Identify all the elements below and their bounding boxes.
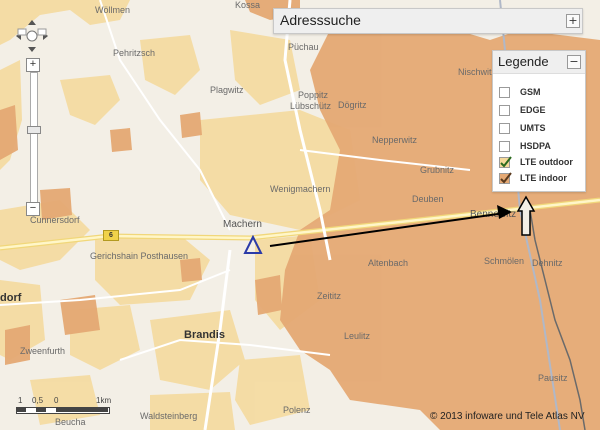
zoom-control[interactable]: + − <box>26 58 41 216</box>
umts-checkbox[interactable] <box>499 122 510 134</box>
up-arrow-icon <box>516 195 536 236</box>
zoom-slider-handle[interactable] <box>27 126 41 134</box>
edge-checkbox[interactable] <box>499 104 510 116</box>
address-search-title: Adresssuche <box>280 12 361 28</box>
legend-panel: Legende − GSM EDGE UMTS HSDPA LTE outdoo… <box>492 50 586 192</box>
lte-indoor-checkbox[interactable] <box>499 171 512 184</box>
legend-item-lte-indoor[interactable]: LTE indoor <box>499 171 567 185</box>
pan-center-icon[interactable] <box>26 30 38 42</box>
legend-label: EDGE <box>520 105 546 115</box>
scale-tick-label: 1km <box>96 396 112 405</box>
legend-item-hsdpa[interactable]: HSDPA <box>499 139 551 153</box>
triangle-marker-icon <box>243 234 263 254</box>
check-icon <box>500 155 512 168</box>
legend-title: Legende <box>498 54 549 69</box>
legend-item-lte-outdoor[interactable]: LTE outdoor <box>499 155 573 169</box>
zoom-out-button[interactable]: − <box>26 202 40 216</box>
zoom-slider-track[interactable] <box>30 72 38 204</box>
zoom-in-button[interactable]: + <box>26 58 40 72</box>
legend-label: LTE outdoor <box>520 157 573 167</box>
gsm-checkbox[interactable] <box>499 86 510 98</box>
scale-tick-label: 0 <box>54 396 59 405</box>
address-search-panel[interactable]: Adresssuche + <box>273 8 583 34</box>
scale-tick-label: 1 <box>18 396 23 405</box>
legend-item-edge[interactable]: EDGE <box>499 103 546 117</box>
long-arrow-icon <box>269 205 512 247</box>
legend-label: GSM <box>520 87 541 97</box>
lte-outdoor-checkbox[interactable] <box>499 155 512 168</box>
legend-item-umts[interactable]: UMTS <box>499 121 546 135</box>
legend-label: UMTS <box>520 123 546 133</box>
legend-label: LTE indoor <box>520 173 567 183</box>
scale-tick-label: 0,5 <box>32 396 44 405</box>
copyright-text: © 2013 infoware und Tele Atlas NV <box>430 411 585 422</box>
collapse-legend-button[interactable]: − <box>567 55 581 69</box>
check-icon <box>500 171 512 184</box>
legend-item-gsm[interactable]: GSM <box>499 85 541 99</box>
pan-control[interactable] <box>10 20 54 52</box>
expand-search-button[interactable]: + <box>566 14 580 28</box>
legend-header: Legende − <box>493 51 585 74</box>
legend-label: HSDPA <box>520 141 551 151</box>
hsdpa-checkbox[interactable] <box>499 140 510 152</box>
